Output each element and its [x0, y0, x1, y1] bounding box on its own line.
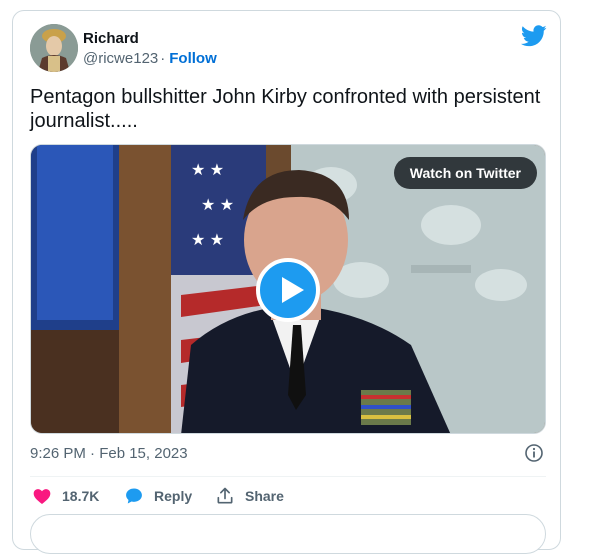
tweet-card: Richard @ricwe123 · Follow Pentagon bullsh… [12, 10, 561, 554]
heart-icon [33, 489, 51, 504]
reply-label: Reply [154, 488, 193, 504]
like-button[interactable]: 18.7K [32, 484, 99, 508]
divider [30, 476, 546, 477]
author-handle[interactable]: @ricwe123 [83, 50, 158, 67]
svg-text:★ ★: ★ ★ [191, 162, 224, 179]
video-player[interactable]: ★ ★ ★ ★ ★ ★ Watch on Twitter [30, 144, 546, 434]
share-label: Share [245, 488, 284, 504]
play-icon [282, 277, 304, 303]
follow-link[interactable]: Follow [169, 50, 217, 67]
reply-button[interactable]: Reply [124, 484, 192, 508]
reply-bubble-icon [126, 488, 142, 504]
svg-text:★ ★: ★ ★ [191, 232, 224, 249]
info-icon[interactable] [524, 443, 544, 463]
separator-dot: · [160, 50, 166, 67]
author-handle-row: @ricwe123 · Follow [83, 50, 217, 67]
like-count: 18.7K [62, 488, 100, 504]
tweet-text: Pentagon bullshitter John Kirby confront… [30, 86, 541, 132]
tweet-timestamp[interactable]: 9:26 PM · Feb 15, 2023 [30, 445, 188, 462]
share-icon [217, 487, 233, 504]
twitter-bird-icon[interactable] [521, 25, 547, 47]
avatar[interactable] [30, 24, 78, 72]
read-replies-button[interactable] [30, 514, 546, 554]
play-button[interactable] [256, 258, 320, 322]
author-name[interactable]: Richard [83, 30, 139, 47]
svg-text:★ ★: ★ ★ [201, 197, 234, 214]
watch-on-twitter-button[interactable]: Watch on Twitter [393, 157, 537, 189]
share-button[interactable]: Share [215, 484, 284, 508]
